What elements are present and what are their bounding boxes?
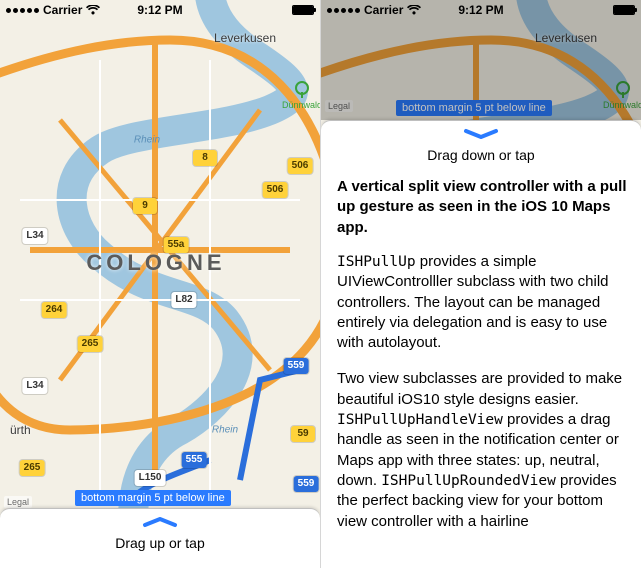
battery-icon — [292, 5, 314, 15]
wifi-icon — [407, 5, 421, 15]
shield-559b: 559 — [294, 476, 319, 492]
phone-right: Leverkusen Dünnwald Legal bottom margin … — [321, 0, 641, 568]
map-label-hurth: ürth — [10, 423, 31, 437]
shield-506b: 506 — [288, 158, 313, 174]
shield-L34: L34 — [22, 228, 47, 244]
shield-265b: 265 — [20, 460, 45, 476]
lead-paragraph: A vertical split view controller with a … — [337, 177, 629, 238]
margin-badge: bottom margin 5 pt below line — [75, 490, 231, 506]
code-roundedview: ISHPullUpRoundedView — [381, 473, 556, 489]
battery-icon — [613, 5, 635, 15]
signal-strength-icon — [6, 8, 39, 13]
status-bar: Carrier 9:12 PM — [0, 0, 320, 20]
shield-265: 265 — [78, 336, 103, 352]
drag-handle-down-icon[interactable] — [463, 128, 499, 140]
map-label-rhein-2: Rhein — [212, 425, 238, 436]
drag-handle-up-icon[interactable] — [142, 516, 178, 528]
shield-555: 555 — [182, 452, 207, 468]
carrier-label: Carrier — [364, 3, 403, 17]
drag-caption: Drag up or tap — [0, 535, 320, 551]
map-label-leverkusen: Leverkusen — [214, 31, 276, 45]
status-bar: Carrier 9:12 PM — [321, 0, 641, 20]
map-label-rhein-1: Rhein — [134, 135, 160, 146]
shield-559: 559 — [284, 358, 309, 374]
pull-up-sheet[interactable]: Drag up or tap — [0, 508, 320, 568]
shield-L82: L82 — [171, 292, 196, 308]
pull-up-sheet[interactable]: Drag down or tap A vertical split view c… — [321, 120, 641, 568]
code-ishpullup: ISHPullUp — [337, 254, 416, 270]
park-label-dunnwald: Dünnwald — [282, 100, 320, 110]
map-legal-link[interactable]: Legal — [4, 496, 32, 508]
paragraph-1: ISHPullUp provides a simple UIViewContro… — [337, 252, 629, 354]
phone-left: Cologne Leverkusen ürth Brühl Niederkass… — [0, 0, 320, 568]
shield-9: 9 — [133, 198, 157, 214]
shield-264: 264 — [42, 302, 67, 318]
shield-59: 59 — [291, 426, 315, 442]
carrier-label: Carrier — [43, 3, 82, 17]
shield-8: 8 — [193, 150, 217, 166]
shield-L150: L150 — [135, 470, 166, 486]
map-view[interactable]: Cologne Leverkusen ürth Brühl Niederkass… — [0, 0, 320, 568]
shield-55a: 55a — [164, 237, 189, 253]
paragraph-2: Two view subclasses are provided to make… — [337, 369, 629, 532]
map-label-city: Cologne — [86, 250, 225, 276]
signal-strength-icon — [327, 8, 360, 13]
park-marker-icon — [295, 81, 309, 95]
sheet-content: A vertical split view controller with a … — [321, 163, 641, 532]
code-handleview: ISHPullUpHandleView — [337, 412, 503, 428]
shield-L34b: L34 — [22, 378, 47, 394]
drag-caption: Drag down or tap — [321, 147, 641, 163]
wifi-icon — [86, 5, 100, 15]
shield-506: 506 — [263, 182, 288, 198]
